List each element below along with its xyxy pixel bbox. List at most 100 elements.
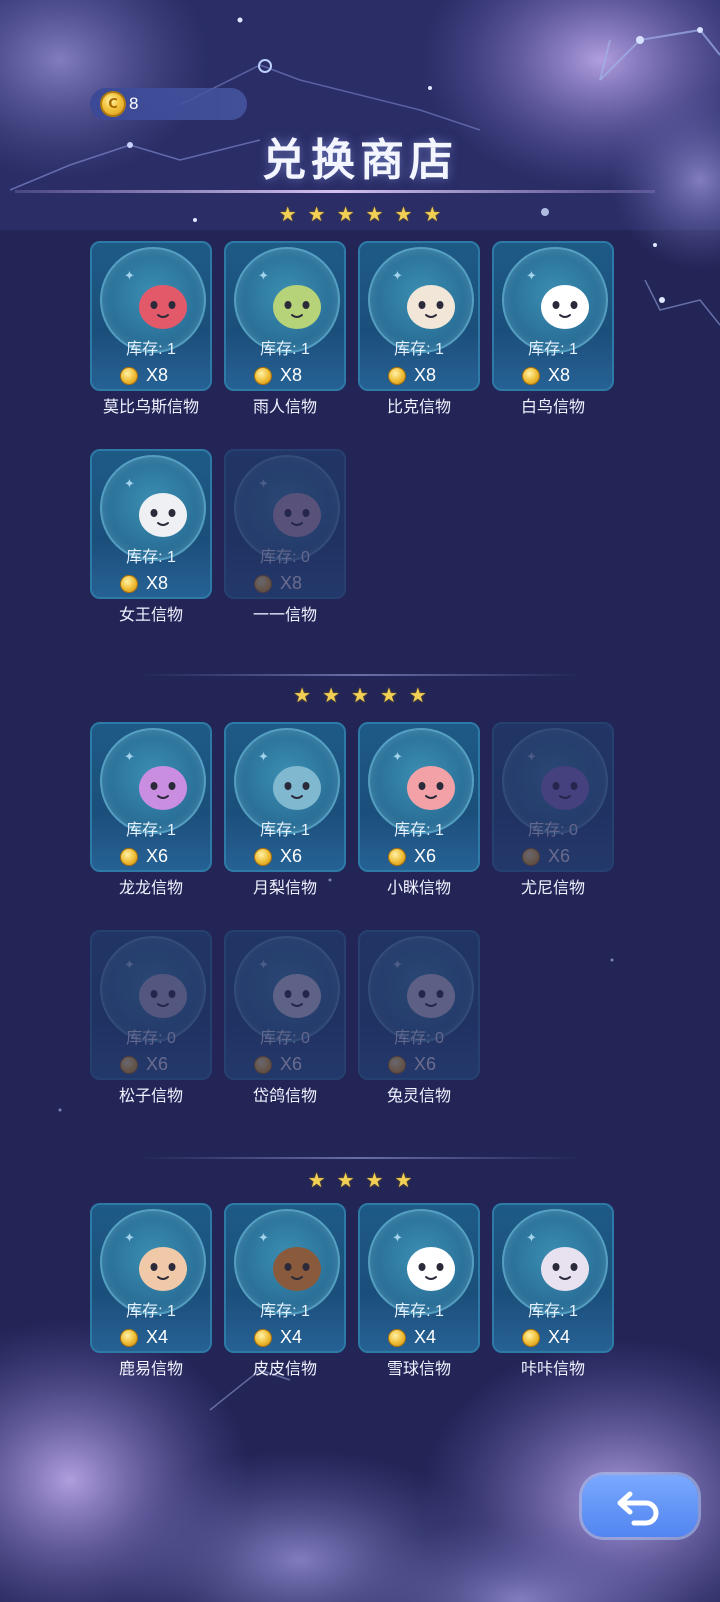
star-icon: ★ <box>379 683 398 707</box>
item-card[interactable]: ✦ 库存: 1 X4 <box>224 1203 346 1353</box>
item-stock: 库存: 1 <box>126 341 176 358</box>
item-card[interactable]: ✦ 库存: 0 X6 <box>224 930 346 1080</box>
item-card[interactable]: ✦ 库存: 1 X6 <box>358 722 480 872</box>
item-price-value: X8 <box>548 365 571 385</box>
star-icon: ★ <box>365 202 384 226</box>
item-price: X4 <box>120 1327 168 1348</box>
party-bunny-icon <box>396 956 466 1026</box>
shop-item[interactable]: ✦ 库存: 1 X4 皮皮信物 <box>224 1203 346 1381</box>
shop-item[interactable]: ✦ 库存: 1 X8 雨人信物 <box>224 241 346 419</box>
green-hood-icon <box>262 267 332 337</box>
item-price-value: X8 <box>280 365 303 385</box>
item-stock: 库存: 0 <box>260 1030 310 1047</box>
item-price-value: X6 <box>280 846 303 866</box>
star-icon: ★ <box>351 683 369 707</box>
item-stock: 库存: 0 <box>394 1030 444 1047</box>
star-icon: ★ <box>365 1168 384 1192</box>
shop-item[interactable]: ✦ 库存: 1 X4 雪球信物 <box>358 1203 480 1381</box>
item-stock: 库存: 1 <box>126 822 176 839</box>
item-name: 莫比乌斯信物 <box>102 397 199 416</box>
white-ghost-icon <box>530 267 600 337</box>
item-card[interactable]: ✦ 库存: 1 X4 <box>90 1203 212 1353</box>
item-price-value: X8 <box>280 573 303 593</box>
item-price: X4 <box>388 1327 436 1348</box>
star-rating: ★ ★ ★ ★ ★ ★ <box>0 202 720 226</box>
coin-icon <box>120 366 138 385</box>
item-price: X8 <box>254 573 302 594</box>
item-card[interactable]: ✦ 库存: 1 X8 <box>90 241 212 391</box>
item-price: X6 <box>388 1054 436 1075</box>
item-price: X8 <box>254 365 302 386</box>
item-stock: 库存: 1 <box>260 1303 310 1320</box>
item-name: 月梨信物 <box>252 878 317 897</box>
item-stock: 库存: 1 <box>126 1303 176 1320</box>
item-name: 雪球信物 <box>386 1359 451 1378</box>
coin-icon <box>254 1328 272 1347</box>
coin-icon <box>522 366 540 385</box>
blonde-girl-icon <box>396 267 466 337</box>
item-card[interactable]: ✦ 库存: 1 X8 <box>90 449 212 599</box>
pigeon-icon <box>262 956 332 1026</box>
item-price: X6 <box>254 1054 302 1075</box>
item-card[interactable]: ✦ 库存: 0 X8 <box>224 449 346 599</box>
shop-item[interactable]: ✦ 库存: 1 X6 小眯信物 <box>358 722 480 900</box>
shop-item[interactable]: ✦ 库存: 1 X8 女王信物 <box>90 449 212 627</box>
coin-icon <box>120 847 138 866</box>
shop-item[interactable]: ✦ 库存: 0 X8 一一信物 <box>224 449 346 627</box>
back-button[interactable] <box>582 1475 698 1537</box>
item-card[interactable]: ✦ 库存: 0 X6 <box>358 930 480 1080</box>
shop-item[interactable]: ✦ 库存: 0 X6 松子信物 <box>90 930 212 1108</box>
item-card[interactable]: ✦ 库存: 0 X6 <box>492 722 614 872</box>
shop-item[interactable]: ✦ 库存: 1 X6 龙龙信物 <box>90 722 212 900</box>
section-four-star: ★ ★ ★ ★ <box>0 1168 720 1192</box>
sleeping-bird-icon <box>262 475 332 545</box>
coin-icon <box>254 847 272 866</box>
section-six-star: ★ ★ ★ ★ ★ ★ <box>0 202 720 226</box>
shop-item[interactable]: ✦ 库存: 1 X4 鹿易信物 <box>90 1203 212 1381</box>
cow-icon <box>262 1229 332 1299</box>
item-card[interactable]: ✦ 库存: 1 X4 <box>358 1203 480 1353</box>
item-stock: 库存: 1 <box>260 341 310 358</box>
shop-item[interactable]: ✦ 库存: 1 X8 莫比乌斯信物 <box>90 241 212 419</box>
coin-icon <box>388 366 406 385</box>
item-price-value: X4 <box>280 1327 303 1347</box>
shop-item[interactable]: ✦ 库存: 1 X8 比克信物 <box>358 241 480 419</box>
item-price: X8 <box>388 365 436 386</box>
item-price: X8 <box>120 573 168 594</box>
item-name: 岱鸽信物 <box>252 1086 317 1105</box>
coin-icon <box>254 1055 272 1074</box>
white-queen-icon <box>128 475 198 545</box>
shop-item[interactable]: ✦ 库存: 1 X6 月梨信物 <box>224 722 346 900</box>
snowball-icon <box>396 1229 466 1299</box>
item-price-value: X4 <box>548 1327 571 1347</box>
shop-item[interactable]: ✦ 库存: 0 X6 岱鸽信物 <box>224 930 346 1108</box>
shop-item[interactable]: ✦ 库存: 0 X6 尤尼信物 <box>492 722 614 900</box>
item-card[interactable]: ✦ 库存: 1 X8 <box>224 241 346 391</box>
coin-icon: C <box>100 91 126 117</box>
item-card[interactable]: ✦ 库存: 1 X6 <box>224 722 346 872</box>
item-price: X6 <box>120 1054 168 1075</box>
item-price: X8 <box>120 365 168 386</box>
item-card[interactable]: ✦ 库存: 0 X6 <box>90 930 212 1080</box>
coin-balance-bar: C 8 <box>90 88 247 120</box>
coin-balance-value: 8 <box>129 94 139 113</box>
item-card[interactable]: ✦ 库存: 1 X6 <box>90 722 212 872</box>
item-card[interactable]: ✦ 库存: 1 X8 <box>492 241 614 391</box>
shop-item[interactable]: ✦ 库存: 1 X8 白鸟信物 <box>492 241 614 419</box>
item-price-value: X6 <box>414 1054 437 1074</box>
item-card[interactable]: ✦ 库存: 1 X4 <box>492 1203 614 1353</box>
item-stock: 库存: 1 <box>394 822 444 839</box>
item-name: 咔咔信物 <box>520 1359 585 1378</box>
item-stock: 库存: 1 <box>126 549 176 566</box>
shop-item[interactable]: ✦ 库存: 1 X4 咔咔信物 <box>492 1203 614 1381</box>
star-icon: ★ <box>307 1168 326 1192</box>
shop-item[interactable]: ✦ 库存: 0 X6 兔灵信物 <box>358 930 480 1108</box>
title-divider <box>15 190 655 193</box>
item-card[interactable]: ✦ 库存: 1 X8 <box>358 241 480 391</box>
grey-cat-icon <box>128 956 198 1026</box>
item-name: 小眯信物 <box>386 878 451 897</box>
item-stock: 库存: 1 <box>394 1303 444 1320</box>
star-icon: ★ <box>423 202 442 226</box>
item-name: 女王信物 <box>118 605 183 624</box>
item-name: 龙龙信物 <box>118 878 183 897</box>
